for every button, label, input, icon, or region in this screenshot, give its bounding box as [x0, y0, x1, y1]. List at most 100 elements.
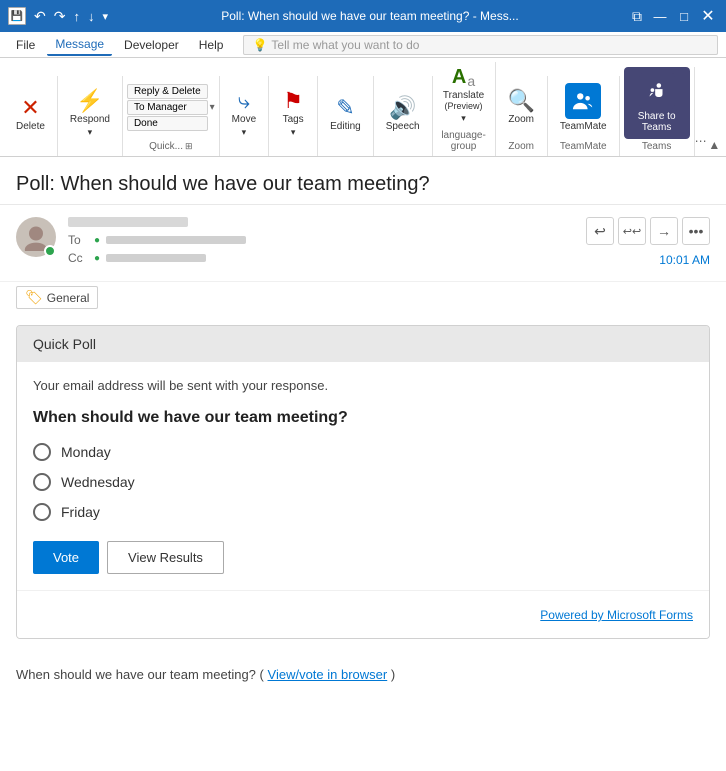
teammate-icon — [565, 83, 601, 119]
reply-button[interactable]: ↩ — [586, 217, 614, 245]
quick-steps-more[interactable]: ▾ — [210, 102, 215, 113]
poll-option-monday[interactable]: Monday — [33, 443, 693, 461]
reply-all-icon: ↩↩ — [623, 225, 641, 238]
radio-monday[interactable] — [33, 443, 51, 461]
search-placeholder: Tell me what you want to do — [271, 38, 419, 52]
ribbon-collapse[interactable]: ▲ — [707, 138, 722, 156]
close-button[interactable]: ✕ — [698, 6, 718, 26]
respond-dropdown[interactable]: ▾ — [88, 127, 93, 138]
poll-card: Quick Poll Your email address will be se… — [16, 325, 710, 639]
email-footer: When should we have our team meeting? ( … — [0, 655, 726, 694]
reply-all-button[interactable]: ↩↩ — [618, 217, 646, 245]
move-button[interactable]: ⤷ Move ▾ — [224, 86, 264, 142]
tag-label: General — [47, 291, 90, 305]
menu-developer[interactable]: Developer — [116, 35, 187, 55]
quick-steps-expand[interactable]: ⊞ — [185, 141, 193, 152]
menu-message[interactable]: Message — [47, 34, 112, 56]
minimize-button[interactable]: — — [650, 6, 670, 26]
lightbulb-icon: 💡 — [252, 38, 267, 52]
move-dropdown[interactable]: ▾ — [242, 127, 247, 138]
delete-button[interactable]: ✕ Delete — [8, 91, 53, 138]
ms-forms-link[interactable]: Powered by Microsoft Forms — [540, 608, 693, 622]
quick-step-2[interactable]: To Manager — [127, 100, 208, 115]
view-in-browser-link[interactable]: View/vote in browser — [268, 667, 388, 682]
email-content: Poll: When should we have our team meeti… — [0, 157, 726, 771]
delete-icon: ✕ — [21, 97, 39, 119]
email-actions-container: ↩ ↩↩ → ••• 10:01 AM — [586, 217, 710, 267]
teams-icon — [639, 73, 675, 109]
ribbon-group-tags-items: ⚑ Tags ▾ — [273, 76, 313, 152]
vote-button[interactable]: Vote — [33, 541, 99, 574]
radio-wednesday[interactable] — [33, 473, 51, 491]
save-icon[interactable]: 💾 — [8, 7, 26, 25]
editing-button[interactable]: ✎ Editing — [322, 93, 369, 136]
to-bar — [106, 236, 246, 244]
radio-friday[interactable] — [33, 503, 51, 521]
quick-step-1[interactable]: Reply & Delete — [127, 84, 208, 99]
ribbon-group-quicksteps-items: Reply & Delete To Manager Done ▾ — [127, 76, 215, 139]
up-icon[interactable]: ↑ — [73, 9, 80, 24]
tags-icon: ⚑ — [283, 90, 303, 112]
quick-steps-list: Reply & Delete To Manager Done — [127, 84, 208, 131]
undo-icon[interactable]: ↶ — [34, 8, 46, 25]
translate-small-a: a — [467, 73, 475, 89]
more-actions-button[interactable]: ••• — [682, 217, 710, 245]
quick-step-3[interactable]: Done — [127, 116, 208, 131]
translate-icon: A — [452, 66, 466, 89]
tags-button[interactable]: ⚑ Tags ▾ — [273, 86, 313, 142]
sender-name-bar — [68, 217, 188, 227]
teams-group-label: Teams — [624, 139, 690, 152]
option-monday-label: Monday — [61, 444, 111, 460]
respond-label: Respond — [70, 114, 110, 125]
ribbon: ✕ Delete ⚡ Respond ▾ — [0, 58, 726, 157]
ribbon-group-language: A a Translate(Preview) ▾ language-group — [433, 62, 496, 156]
ribbon-group-zoom-items: 🔍 Zoom — [500, 76, 543, 139]
tag-icon: 🏷 — [25, 289, 43, 306]
maximize-button[interactable]: □ — [674, 6, 694, 26]
view-results-button[interactable]: View Results — [107, 541, 224, 574]
email-header: To ● Cc ● ↩ ↩↩ — [0, 205, 726, 282]
cc-dot: ● — [94, 253, 100, 264]
ribbon-overflow[interactable]: ⋯ — [695, 134, 707, 156]
down-icon[interactable]: ↓ — [88, 9, 95, 24]
ribbon-group-move: ⤷ Move ▾ — [220, 76, 269, 156]
zoom-button[interactable]: 🔍 Zoom — [500, 86, 543, 129]
collapse-icon: ▲ — [708, 138, 720, 152]
reply-icon: ↩ — [594, 223, 606, 240]
teammate-group-label: TeamMate — [552, 139, 615, 152]
ribbon-group-language-items: A a Translate(Preview) ▾ — [437, 62, 491, 128]
ribbon-group-speech-items: 🔊 Speech — [378, 76, 428, 152]
ribbon-group-tags: ⚑ Tags ▾ — [269, 76, 318, 156]
titlebar: 💾 ↶ ↷ ↑ ↓ ▾ Poll: When should we have ou… — [0, 0, 726, 32]
speech-button[interactable]: 🔊 Speech — [378, 93, 428, 136]
move-label: Move — [232, 114, 256, 125]
menu-help[interactable]: Help — [191, 35, 232, 55]
share-to-teams-button[interactable]: Share to Teams — [624, 67, 690, 139]
translate-button[interactable]: A a Translate(Preview) ▾ — [439, 62, 488, 128]
respond-button[interactable]: ⚡ Respond ▾ — [62, 86, 118, 142]
translate-label: Translate(Preview) — [443, 90, 484, 112]
titlebar-controls: ⧉ — □ ✕ — [632, 6, 718, 26]
ribbon-group-delete: ✕ Delete — [4, 76, 58, 156]
poll-option-wednesday[interactable]: Wednesday — [33, 473, 693, 491]
general-tag[interactable]: 🏷 General — [16, 286, 98, 309]
poll-option-friday[interactable]: Friday — [33, 503, 693, 521]
ribbon-group-move-items: ⤷ Move ▾ — [224, 76, 264, 152]
forward-button[interactable]: → — [650, 217, 678, 245]
menu-file[interactable]: File — [8, 35, 43, 55]
redo-icon[interactable]: ↷ — [54, 8, 66, 25]
respond-icon: ⚡ — [76, 90, 103, 112]
footer-paren-close: ) — [391, 667, 395, 682]
speech-icon: 🔊 — [389, 97, 416, 119]
search-box[interactable]: 💡 Tell me what you want to do — [243, 35, 718, 55]
email-time: 10:01 AM — [659, 253, 710, 267]
tags-dropdown[interactable]: ▾ — [291, 127, 296, 138]
restore-icon[interactable]: ⧉ — [632, 8, 642, 25]
ribbon-group-respond-items: ⚡ Respond ▾ — [62, 76, 118, 152]
translate-dropdown[interactable]: ▾ — [461, 113, 466, 124]
ribbon-group-respond: ⚡ Respond ▾ — [58, 76, 123, 156]
teammate-button[interactable]: TeamMate — [552, 79, 615, 136]
ribbon-group-teams-items: Share to Teams — [624, 67, 690, 139]
ribbon-group-editing-items: ✎ Editing — [322, 76, 369, 152]
email-meta: To ● Cc ● — [68, 217, 574, 269]
